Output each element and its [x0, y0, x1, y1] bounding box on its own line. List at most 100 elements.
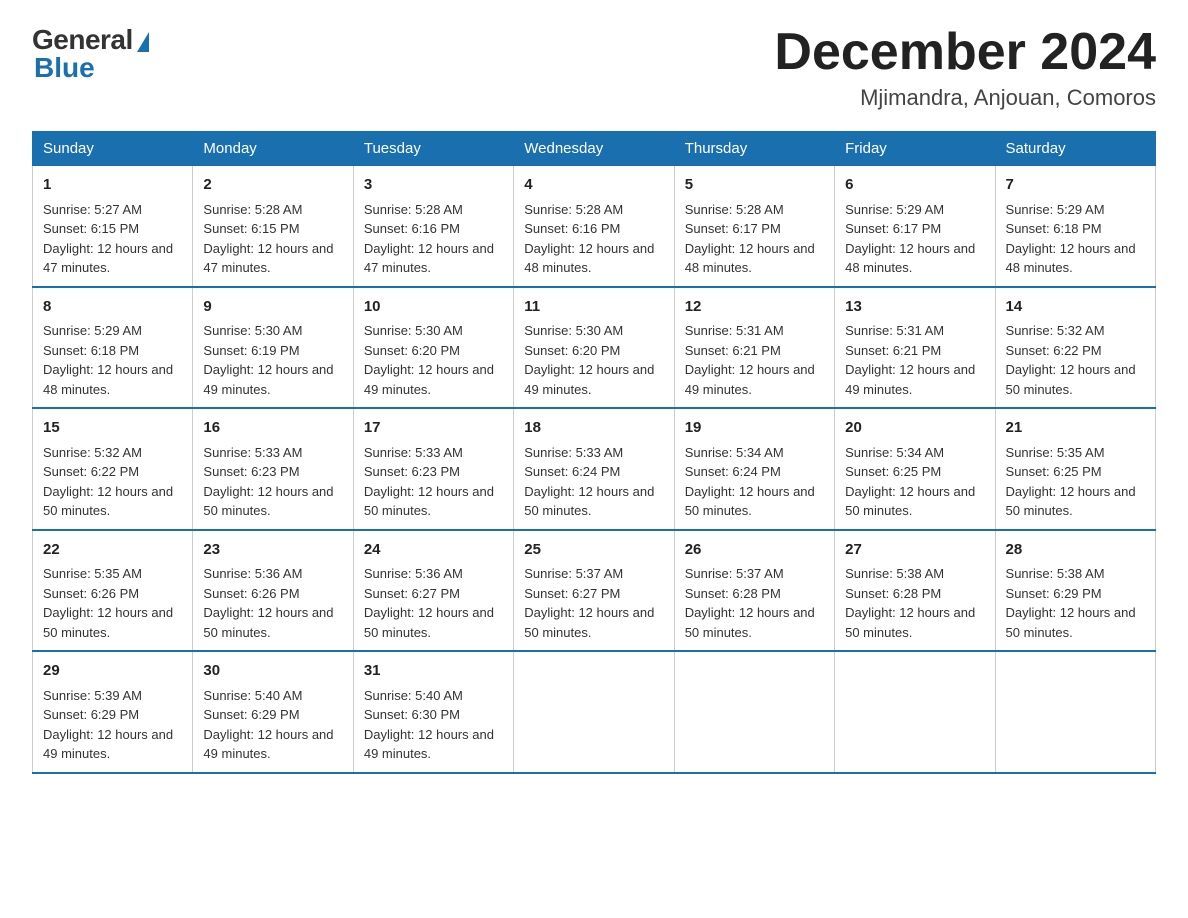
calendar-cell: 7 Sunrise: 5:29 AM Sunset: 6:18 PM Dayli…	[995, 166, 1155, 287]
sunset-label: Sunset: 6:25 PM	[1006, 464, 1102, 479]
day-number: 21	[1006, 417, 1145, 440]
sunrise-label: Sunrise: 5:40 AM	[364, 688, 463, 703]
calendar-table: SundayMondayTuesdayWednesdayThursdayFrid…	[32, 131, 1156, 774]
day-number: 8	[43, 296, 182, 319]
header-saturday: Saturday	[995, 132, 1155, 166]
logo-triangle-icon	[137, 32, 149, 52]
sunrise-label: Sunrise: 5:38 AM	[845, 566, 944, 581]
daylight-label: Daylight: 12 hours and 50 minutes.	[1006, 605, 1136, 640]
day-number: 19	[685, 417, 824, 440]
sunset-label: Sunset: 6:18 PM	[43, 343, 139, 358]
daylight-label: Daylight: 12 hours and 50 minutes.	[364, 484, 494, 519]
sunrise-label: Sunrise: 5:33 AM	[203, 445, 302, 460]
day-number: 29	[43, 660, 182, 683]
daylight-label: Daylight: 12 hours and 49 minutes.	[845, 362, 975, 397]
day-number: 3	[364, 174, 503, 197]
calendar-cell: 12 Sunrise: 5:31 AM Sunset: 6:21 PM Dayl…	[674, 287, 834, 409]
week-row-3: 15 Sunrise: 5:32 AM Sunset: 6:22 PM Dayl…	[33, 408, 1156, 530]
week-row-2: 8 Sunrise: 5:29 AM Sunset: 6:18 PM Dayli…	[33, 287, 1156, 409]
calendar-cell: 11 Sunrise: 5:30 AM Sunset: 6:20 PM Dayl…	[514, 287, 674, 409]
sunset-label: Sunset: 6:28 PM	[845, 586, 941, 601]
day-number: 10	[364, 296, 503, 319]
day-number: 20	[845, 417, 984, 440]
daylight-label: Daylight: 12 hours and 49 minutes.	[43, 727, 173, 762]
sunrise-label: Sunrise: 5:30 AM	[203, 323, 302, 338]
day-number: 28	[1006, 539, 1145, 562]
sunset-label: Sunset: 6:16 PM	[524, 221, 620, 236]
sunrise-label: Sunrise: 5:33 AM	[524, 445, 623, 460]
daylight-label: Daylight: 12 hours and 48 minutes.	[1006, 241, 1136, 276]
day-number: 12	[685, 296, 824, 319]
sunrise-label: Sunrise: 5:28 AM	[364, 202, 463, 217]
daylight-label: Daylight: 12 hours and 50 minutes.	[1006, 362, 1136, 397]
sunset-label: Sunset: 6:24 PM	[685, 464, 781, 479]
calendar-cell: 20 Sunrise: 5:34 AM Sunset: 6:25 PM Dayl…	[835, 408, 995, 530]
calendar-cell: 18 Sunrise: 5:33 AM Sunset: 6:24 PM Dayl…	[514, 408, 674, 530]
sunset-label: Sunset: 6:25 PM	[845, 464, 941, 479]
day-number: 18	[524, 417, 663, 440]
sunrise-label: Sunrise: 5:39 AM	[43, 688, 142, 703]
sunset-label: Sunset: 6:17 PM	[845, 221, 941, 236]
sunrise-label: Sunrise: 5:33 AM	[364, 445, 463, 460]
sunset-label: Sunset: 6:21 PM	[685, 343, 781, 358]
week-row-1: 1 Sunrise: 5:27 AM Sunset: 6:15 PM Dayli…	[33, 166, 1156, 287]
daylight-label: Daylight: 12 hours and 50 minutes.	[845, 484, 975, 519]
sunrise-label: Sunrise: 5:30 AM	[364, 323, 463, 338]
header-sunday: Sunday	[33, 132, 193, 166]
sunrise-label: Sunrise: 5:34 AM	[845, 445, 944, 460]
calendar-cell: 10 Sunrise: 5:30 AM Sunset: 6:20 PM Dayl…	[353, 287, 513, 409]
day-number: 22	[43, 539, 182, 562]
sunrise-label: Sunrise: 5:35 AM	[43, 566, 142, 581]
sunset-label: Sunset: 6:20 PM	[524, 343, 620, 358]
daylight-label: Daylight: 12 hours and 50 minutes.	[203, 605, 333, 640]
logo: General Blue	[32, 24, 149, 84]
calendar-cell: 25 Sunrise: 5:37 AM Sunset: 6:27 PM Dayl…	[514, 530, 674, 652]
calendar-cell: 9 Sunrise: 5:30 AM Sunset: 6:19 PM Dayli…	[193, 287, 353, 409]
calendar-cell: 31 Sunrise: 5:40 AM Sunset: 6:30 PM Dayl…	[353, 651, 513, 773]
page-header: General Blue December 2024 Mjimandra, An…	[32, 24, 1156, 111]
calendar-cell: 22 Sunrise: 5:35 AM Sunset: 6:26 PM Dayl…	[33, 530, 193, 652]
header-wednesday: Wednesday	[514, 132, 674, 166]
daylight-label: Daylight: 12 hours and 47 minutes.	[203, 241, 333, 276]
daylight-label: Daylight: 12 hours and 48 minutes.	[845, 241, 975, 276]
calendar-cell: 29 Sunrise: 5:39 AM Sunset: 6:29 PM Dayl…	[33, 651, 193, 773]
day-number: 5	[685, 174, 824, 197]
daylight-label: Daylight: 12 hours and 49 minutes.	[203, 727, 333, 762]
daylight-label: Daylight: 12 hours and 48 minutes.	[524, 241, 654, 276]
sunrise-label: Sunrise: 5:34 AM	[685, 445, 784, 460]
daylight-label: Daylight: 12 hours and 50 minutes.	[364, 605, 494, 640]
sunrise-label: Sunrise: 5:32 AM	[1006, 323, 1105, 338]
title-block: December 2024 Mjimandra, Anjouan, Comoro…	[774, 24, 1156, 111]
sunrise-label: Sunrise: 5:29 AM	[1006, 202, 1105, 217]
sunset-label: Sunset: 6:15 PM	[43, 221, 139, 236]
day-number: 15	[43, 417, 182, 440]
daylight-label: Daylight: 12 hours and 47 minutes.	[43, 241, 173, 276]
day-number: 14	[1006, 296, 1145, 319]
sunset-label: Sunset: 6:18 PM	[1006, 221, 1102, 236]
day-number: 25	[524, 539, 663, 562]
day-number: 2	[203, 174, 342, 197]
calendar-cell: 17 Sunrise: 5:33 AM Sunset: 6:23 PM Dayl…	[353, 408, 513, 530]
daylight-label: Daylight: 12 hours and 50 minutes.	[524, 605, 654, 640]
sunset-label: Sunset: 6:23 PM	[364, 464, 460, 479]
day-number: 9	[203, 296, 342, 319]
daylight-label: Daylight: 12 hours and 49 minutes.	[685, 362, 815, 397]
calendar-cell	[995, 651, 1155, 773]
header-monday: Monday	[193, 132, 353, 166]
sunrise-label: Sunrise: 5:37 AM	[524, 566, 623, 581]
sunrise-label: Sunrise: 5:38 AM	[1006, 566, 1105, 581]
sunrise-label: Sunrise: 5:28 AM	[685, 202, 784, 217]
daylight-label: Daylight: 12 hours and 49 minutes.	[364, 727, 494, 762]
location-title: Mjimandra, Anjouan, Comoros	[774, 85, 1156, 111]
daylight-label: Daylight: 12 hours and 48 minutes.	[685, 241, 815, 276]
calendar-cell: 24 Sunrise: 5:36 AM Sunset: 6:27 PM Dayl…	[353, 530, 513, 652]
day-number: 27	[845, 539, 984, 562]
month-title: December 2024	[774, 24, 1156, 81]
day-number: 16	[203, 417, 342, 440]
sunset-label: Sunset: 6:27 PM	[364, 586, 460, 601]
daylight-label: Daylight: 12 hours and 50 minutes.	[685, 605, 815, 640]
calendar-header-row: SundayMondayTuesdayWednesdayThursdayFrid…	[33, 132, 1156, 166]
sunrise-label: Sunrise: 5:36 AM	[203, 566, 302, 581]
logo-blue-text: Blue	[32, 52, 95, 84]
sunset-label: Sunset: 6:29 PM	[1006, 586, 1102, 601]
